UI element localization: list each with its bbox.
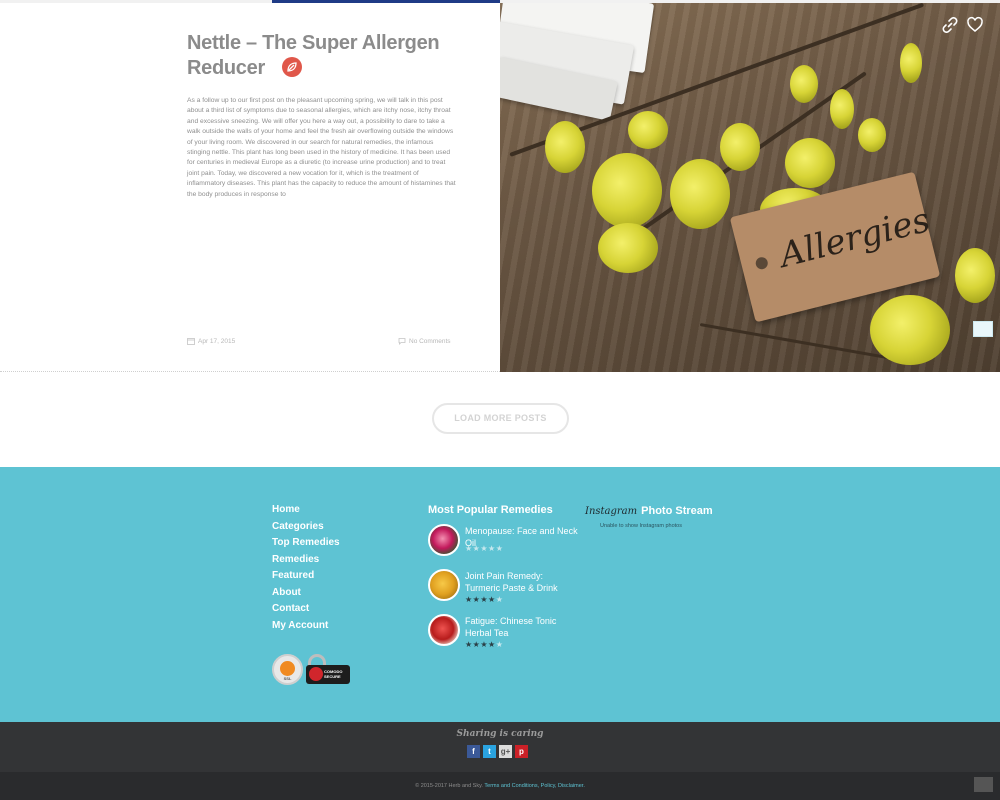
- footer-nav-remedies[interactable]: Remedies: [272, 553, 340, 570]
- post-comments[interactable]: No Comments: [398, 337, 451, 345]
- instagram-widget: Instagram Photo Stream Unable to show In…: [585, 505, 715, 529]
- star-icon: ★: [488, 544, 496, 553]
- remedy-rating: ★★★★★: [465, 544, 503, 553]
- willow-catkin: [628, 111, 668, 149]
- footer-nav-about[interactable]: About: [272, 586, 340, 603]
- footer-nav-featured[interactable]: Featured: [272, 569, 340, 586]
- post-featured-image[interactable]: Allergies: [500, 3, 1000, 372]
- footer-nav-top-remedies[interactable]: Top Remedies: [272, 536, 340, 553]
- page: Nettle – The Super Allergen Reducer As a…: [0, 0, 1000, 800]
- post-comments-text[interactable]: No Comments: [409, 338, 451, 345]
- remedy-title[interactable]: Fatigue: Chinese Tonic Herbal Tea: [465, 615, 580, 639]
- footer-nav: Home Categories Top Remedies Remedies Fe…: [272, 503, 340, 635]
- heart-icon[interactable]: [966, 16, 984, 34]
- popular-remedies-widget: Most Popular Remedies Menopause: Face an…: [428, 504, 578, 659]
- copyright: © 2015-2017 Herb and Sky. Terms and Cond…: [0, 783, 1000, 789]
- image-overlay-widget[interactable]: [973, 321, 993, 337]
- star-icon: ★: [480, 640, 489, 649]
- instagram-message: Unable to show Instagram photos: [600, 523, 682, 529]
- star-icon: ★: [495, 544, 504, 553]
- instagram-logo: Instagram: [585, 505, 638, 517]
- footer-nav-categories[interactable]: Categories: [272, 520, 340, 537]
- remedy-title[interactable]: Joint Pain Remedy: Turmeric Paste & Drin…: [465, 570, 580, 594]
- star-icon: ★: [480, 595, 489, 604]
- pinterest-icon[interactable]: p: [515, 745, 528, 758]
- share-title: Sharing is caring: [456, 729, 544, 739]
- willow-catkin: [785, 138, 835, 188]
- star-icon: ★: [465, 595, 473, 604]
- post-title[interactable]: Nettle – The Super Allergen Reducer: [187, 31, 447, 81]
- comodo-logo-icon: [309, 667, 323, 681]
- willow-catkin: [598, 223, 658, 273]
- willow-catkin: [720, 123, 760, 171]
- remedy-thumbnail[interactable]: [428, 569, 460, 601]
- popular-remedy-item[interactable]: Fatigue: Chinese Tonic Herbal Tea ★★★★★: [428, 614, 578, 659]
- share-bar: Sharing is caring f t g+ p: [0, 722, 1000, 772]
- star-icon: ★: [495, 640, 504, 649]
- comment-icon: [398, 338, 406, 345]
- willow-catkin: [592, 153, 662, 228]
- star-icon: ★: [480, 544, 489, 553]
- footer: Home Categories Top Remedies Remedies Fe…: [0, 467, 1000, 722]
- willow-catkin: [670, 159, 730, 229]
- footer-nav-my-account[interactable]: My Account: [272, 619, 340, 636]
- instagram-widget-header: Instagram Photo Stream: [585, 505, 715, 517]
- load-more-button[interactable]: LOAD MORE POSTS: [432, 403, 569, 434]
- star-icon: ★: [488, 640, 496, 649]
- facebook-icon[interactable]: f: [467, 745, 480, 758]
- willow-catkin: [870, 295, 950, 365]
- ssl-badge[interactable]: SSL: [272, 654, 303, 685]
- star-icon: ★: [465, 544, 473, 553]
- security-badges: SSL COMODO SECURE: [272, 654, 350, 685]
- share-icons: f t g+ p: [467, 745, 528, 758]
- willow-catkin: [858, 118, 886, 152]
- post-excerpt: As a follow up to our first post on the …: [187, 97, 456, 198]
- legal-links[interactable]: Terms and Conditions, Policy, Disclaimer…: [484, 783, 584, 789]
- google-plus-icon[interactable]: g+: [499, 745, 512, 758]
- remedy-thumbnail[interactable]: [428, 524, 460, 556]
- copyright-bar: © 2015-2017 Herb and Sky. Terms and Cond…: [0, 772, 1000, 800]
- scroll-to-top-button[interactable]: [974, 777, 993, 792]
- star-icon: ★: [495, 595, 504, 604]
- post-date-text: Apr 17, 2015: [198, 337, 236, 345]
- leaf-badge-icon[interactable]: [282, 56, 303, 77]
- tag-hole: [754, 255, 770, 271]
- popular-remedy-item[interactable]: Joint Pain Remedy: Turmeric Paste & Drin…: [428, 569, 578, 614]
- instagram-heading: Photo Stream: [641, 505, 713, 517]
- popular-remedy-item[interactable]: Menopause: Face and Neck Oil ★★★★★: [428, 524, 578, 569]
- copyright-text: © 2015-2017 Herb and Sky.: [415, 783, 483, 789]
- ssl-badge-seal: [280, 661, 295, 676]
- ssl-badge-label: SSL: [283, 676, 292, 681]
- post-card: Nettle – The Super Allergen Reducer As a…: [0, 3, 500, 372]
- calendar-icon: [187, 338, 195, 345]
- comodo-badge-label: COMODO SECURE: [324, 669, 343, 679]
- star-icon: ★: [465, 640, 473, 649]
- post-divider: [0, 371, 500, 372]
- willow-catkin: [830, 89, 854, 129]
- comodo-secure-badge[interactable]: COMODO SECURE: [306, 654, 350, 685]
- footer-nav-contact[interactable]: Contact: [272, 602, 340, 619]
- star-icon: ★: [488, 595, 496, 604]
- link-icon[interactable]: [941, 16, 959, 34]
- post-date: Apr 17, 2015: [187, 337, 235, 345]
- willow-catkin: [545, 121, 585, 173]
- twitter-icon[interactable]: t: [483, 745, 496, 758]
- willow-catkin: [790, 65, 818, 103]
- remedy-rating: ★★★★★: [465, 640, 503, 649]
- remedy-thumbnail[interactable]: [428, 614, 460, 646]
- popular-remedies-heading: Most Popular Remedies: [428, 504, 553, 516]
- post-title-text[interactable]: Nettle – The Super Allergen Reducer: [187, 32, 440, 79]
- footer-nav-home[interactable]: Home: [272, 503, 340, 520]
- willow-catkin: [955, 248, 995, 303]
- remedy-rating: ★★★★★: [465, 595, 503, 604]
- willow-catkin: [900, 43, 922, 83]
- allergies-tag-text: Allergies: [775, 200, 934, 276]
